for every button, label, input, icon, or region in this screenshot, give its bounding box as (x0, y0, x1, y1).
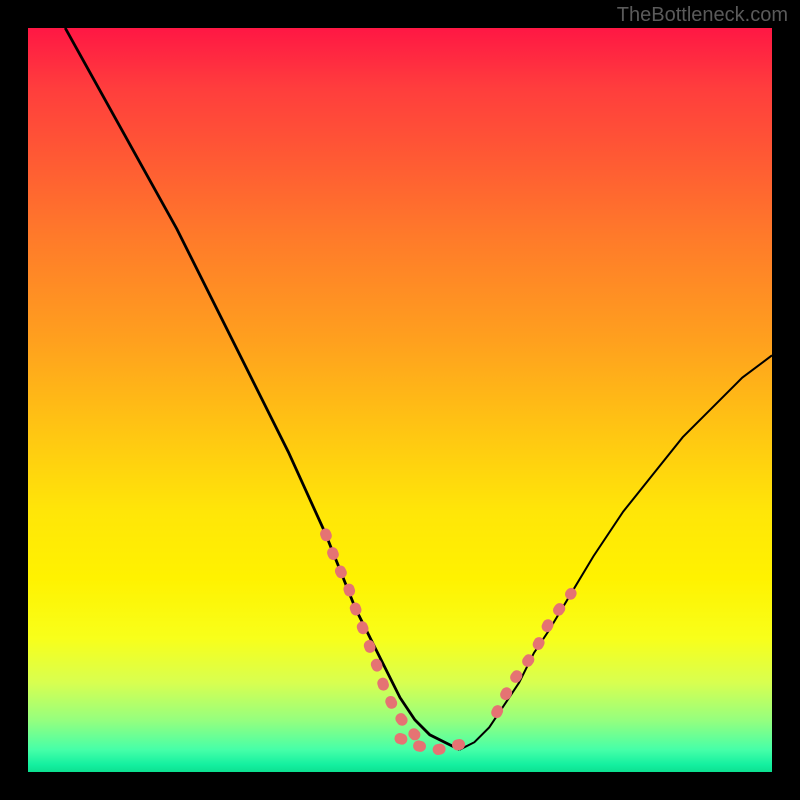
chart-area (28, 28, 772, 772)
watermark-text: TheBottleneck.com (617, 4, 788, 27)
valley-dots-bottom (400, 739, 474, 750)
left-curve (65, 28, 459, 750)
chart-svg (28, 28, 772, 772)
dots-layer (326, 534, 572, 750)
curve-layer (65, 28, 772, 750)
